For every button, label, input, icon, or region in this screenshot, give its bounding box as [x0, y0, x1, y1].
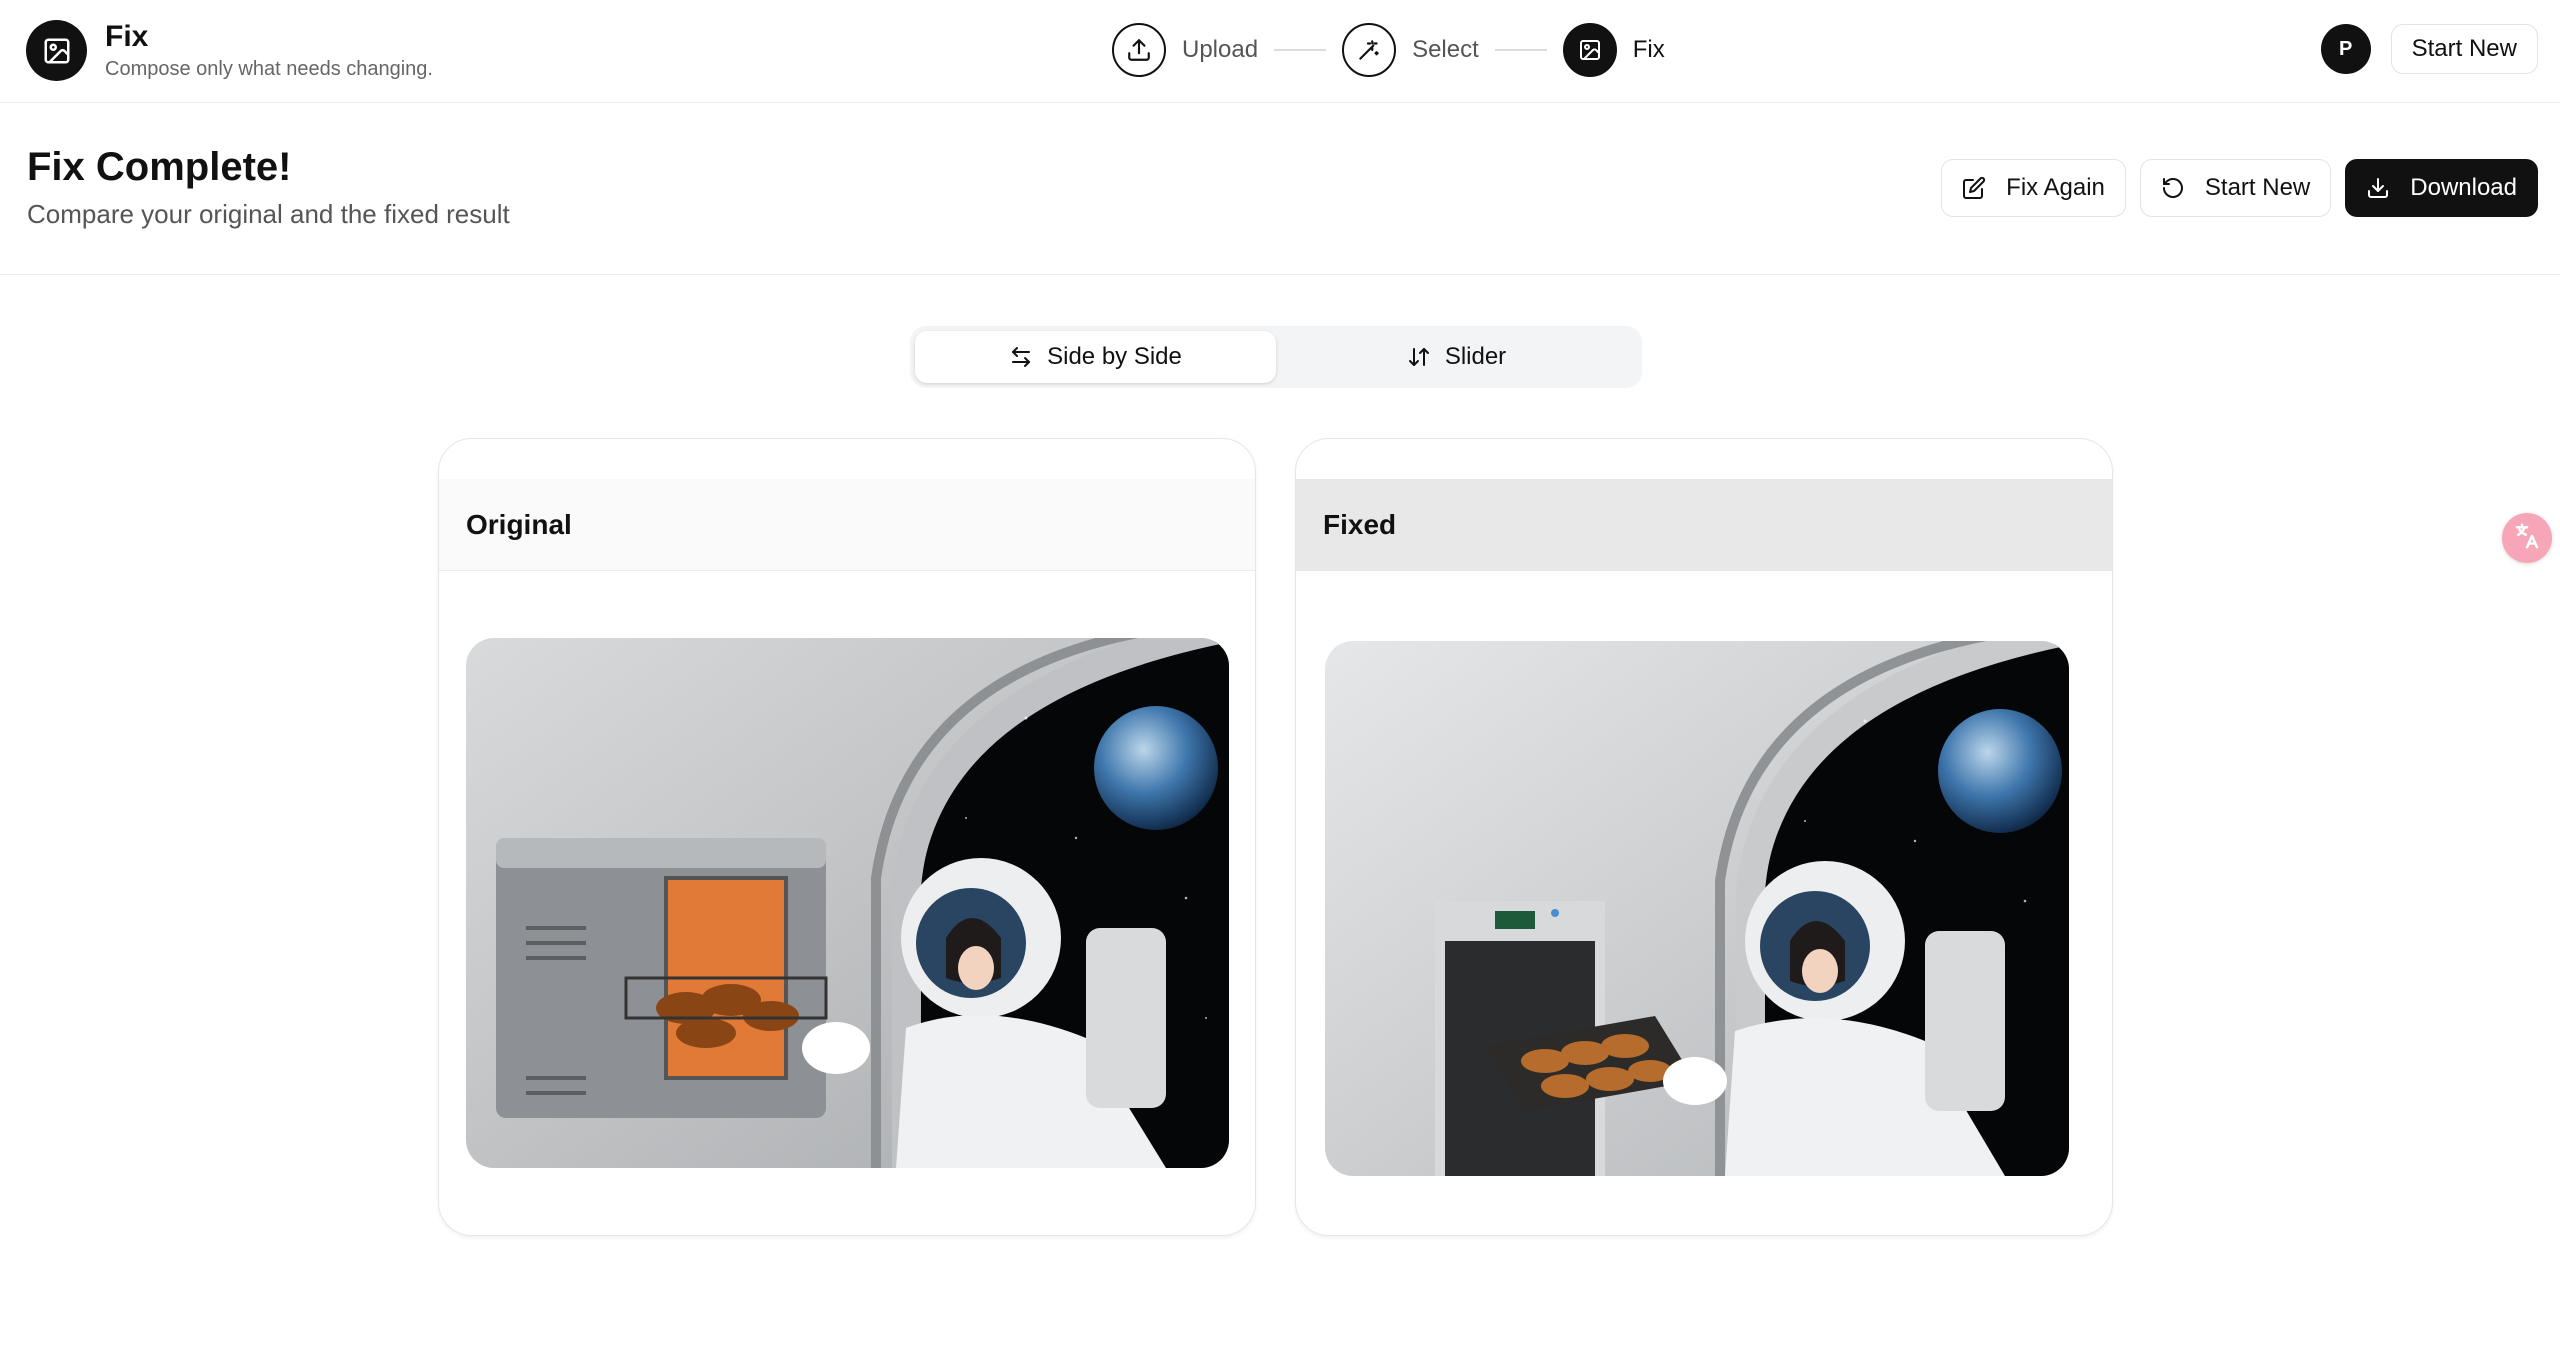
fix-again-label: Fix Again [2006, 174, 2105, 201]
app-subtitle: Compose only what needs changing. [105, 58, 433, 80]
result-actions: Fix Again Start New Download [1927, 159, 2538, 217]
page-subtitle: Compare your original and the fixed resu… [27, 199, 510, 229]
fixed-image [1325, 641, 2069, 1176]
view-mode-toggle: Side by Side Slider [910, 326, 1642, 388]
translate-icon [2512, 521, 2542, 556]
tab-slider[interactable]: Slider [1276, 331, 1637, 383]
original-image [466, 638, 1229, 1168]
tab-side-by-side[interactable]: Side by Side [915, 331, 1276, 383]
image-icon [1562, 23, 1617, 77]
edit-icon [1962, 176, 1986, 200]
step-label: Upload [1182, 36, 1259, 63]
step-connector [1494, 49, 1547, 51]
arrows-left-right-icon [1009, 345, 1033, 369]
step-upload[interactable]: Upload [1112, 23, 1258, 77]
avatar[interactable]: P [2320, 24, 2371, 74]
step-label: Fix [1632, 36, 1665, 63]
result-titlebar: Fix Complete! Compare your original and … [0, 103, 2560, 275]
original-panel: Original [438, 438, 1256, 1236]
download-icon [2366, 176, 2390, 200]
brand: Fix Compose only what needs changing. [26, 20, 433, 81]
image-icon [26, 20, 87, 81]
start-new-label: Start New [2204, 174, 2311, 201]
page-title: Fix Complete! [27, 145, 292, 189]
slider-label: Slider [1444, 343, 1507, 370]
magic-wand-icon [1342, 23, 1397, 77]
header-actions: P Start New [2320, 24, 2538, 74]
fixed-panel: Fixed [1295, 438, 2113, 1236]
fix-again-button[interactable]: Fix Again [1941, 159, 2126, 217]
upload-icon [1112, 23, 1166, 77]
step-label: Select [1412, 36, 1479, 63]
original-panel-title: Original [439, 479, 1255, 571]
fixed-panel-title: Fixed [1296, 479, 2112, 571]
step-fix[interactable]: Fix [1562, 23, 1665, 77]
app-title: Fix [105, 20, 149, 53]
download-button[interactable]: Download [2345, 159, 2538, 217]
download-label: Download [2410, 174, 2517, 201]
stepper: Upload Select Fix [1112, 22, 1665, 78]
start-new-button[interactable]: Start New [2139, 159, 2332, 217]
header-start-new-button[interactable]: Start New [2390, 24, 2538, 74]
rotate-ccw-icon [2161, 176, 2185, 200]
translate-fab[interactable] [2502, 513, 2552, 563]
side-by-side-label: Side by Side [1047, 343, 1182, 370]
step-connector [1274, 49, 1327, 51]
app-header: Fix Compose only what needs changing. Up… [0, 0, 2560, 103]
arrows-up-down-icon [1407, 345, 1431, 369]
step-select[interactable]: Select [1342, 23, 1479, 77]
